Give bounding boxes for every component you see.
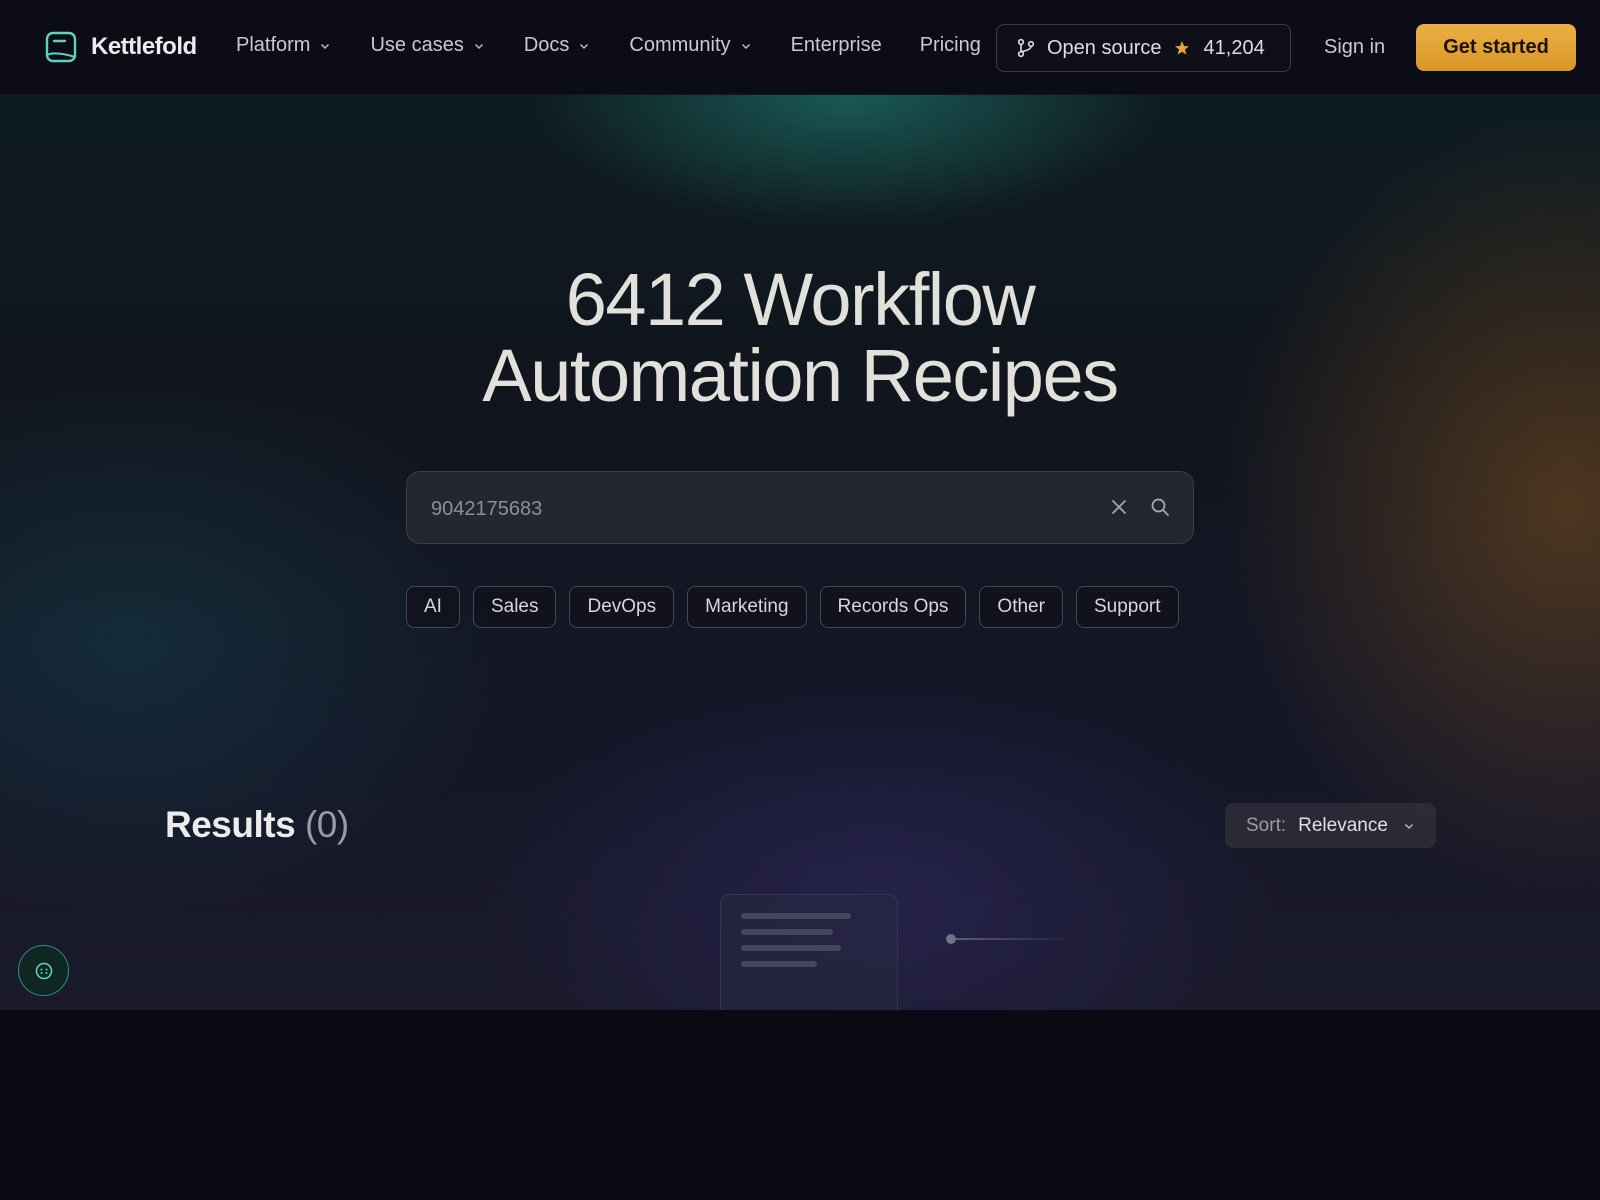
nav-use-cases-label: Use cases bbox=[370, 34, 464, 56]
search-icon[interactable] bbox=[1150, 497, 1170, 517]
open-source-badge[interactable]: Open source 41,204 bbox=[996, 24, 1291, 72]
search-input[interactable] bbox=[431, 494, 1051, 524]
nav-platform[interactable]: Platform bbox=[236, 34, 330, 57]
placeholder-line bbox=[741, 945, 841, 951]
nav-enterprise[interactable]: Enterprise bbox=[791, 34, 882, 57]
filter-chip-ai[interactable]: AI bbox=[406, 586, 460, 628]
page-bottom bbox=[0, 1010, 1600, 1200]
brand-logo[interactable]: Kettlefold bbox=[45, 31, 197, 63]
top-nav: Kettlefold Platform Use cases Docs Commu… bbox=[0, 0, 1600, 95]
feedback-button[interactable] bbox=[18, 945, 69, 996]
git-branch-icon bbox=[1017, 38, 1035, 58]
sort-dropdown[interactable]: Sort: Relevance bbox=[1225, 803, 1436, 848]
open-source-label: Open source bbox=[1047, 36, 1162, 59]
smiley-icon bbox=[35, 962, 52, 979]
empty-state-illustration bbox=[720, 894, 898, 1025]
placeholder-line bbox=[741, 913, 851, 919]
results-heading: Results (0) bbox=[165, 804, 349, 846]
filter-chip-records-ops[interactable]: Records Ops bbox=[819, 586, 967, 628]
nav-pricing[interactable]: Pricing bbox=[920, 34, 981, 57]
sign-in-link[interactable]: Sign in bbox=[1324, 36, 1385, 59]
star-count: 41,204 bbox=[1203, 36, 1265, 59]
nav-docs[interactable]: Docs bbox=[524, 34, 590, 57]
get-started-button[interactable]: Get started bbox=[1416, 24, 1576, 71]
category-filters: AI Sales DevOps Marketing Records Ops Ot… bbox=[406, 586, 1192, 628]
filter-chip-marketing[interactable]: Marketing bbox=[687, 586, 807, 628]
results-label: Results bbox=[165, 804, 296, 845]
filter-chip-support[interactable]: Support bbox=[1075, 586, 1179, 628]
kettlefold-logo-icon bbox=[45, 31, 77, 63]
nav-platform-label: Platform bbox=[236, 34, 311, 56]
nav-enterprise-label: Enterprise bbox=[790, 34, 882, 56]
nav-links: Platform Use cases Docs Community Enterp… bbox=[236, 34, 1019, 57]
nav-community-label: Community bbox=[629, 34, 731, 56]
nav-community[interactable]: Community bbox=[629, 34, 750, 57]
nav-use-cases[interactable]: Use cases bbox=[370, 34, 483, 57]
sort-label: Sort: bbox=[1246, 814, 1287, 836]
chevron-down-icon bbox=[474, 43, 483, 49]
filter-chip-devops[interactable]: DevOps bbox=[569, 586, 675, 628]
chevron-down-icon bbox=[321, 43, 330, 49]
close-icon[interactable] bbox=[1110, 498, 1128, 516]
results-count: (0) bbox=[304, 804, 349, 845]
headline-line-1: 6412 Workflow bbox=[565, 258, 1036, 341]
chevron-down-icon bbox=[741, 43, 750, 49]
filter-chip-sales[interactable]: Sales bbox=[472, 586, 557, 628]
sort-value: Relevance bbox=[1298, 814, 1388, 836]
hero-section bbox=[0, 95, 1600, 1010]
filter-chip-other[interactable]: Other bbox=[979, 586, 1063, 628]
chevron-down-icon bbox=[580, 43, 589, 49]
headline-line-2: Automation Recipes bbox=[482, 334, 1119, 417]
search-bar bbox=[406, 471, 1194, 544]
placeholder-line bbox=[741, 961, 817, 967]
page-title: 6412 Workflow Automation Recipes bbox=[0, 262, 1600, 414]
nav-pricing-label: Pricing bbox=[919, 34, 981, 56]
chevron-down-icon bbox=[1404, 823, 1413, 829]
star-icon bbox=[1174, 41, 1189, 55]
placeholder-line bbox=[741, 929, 833, 935]
nav-docs-label: Docs bbox=[523, 34, 570, 56]
brand-name: Kettlefold bbox=[91, 33, 197, 60]
empty-state-line bbox=[956, 938, 1064, 940]
empty-state-dot bbox=[946, 934, 956, 944]
